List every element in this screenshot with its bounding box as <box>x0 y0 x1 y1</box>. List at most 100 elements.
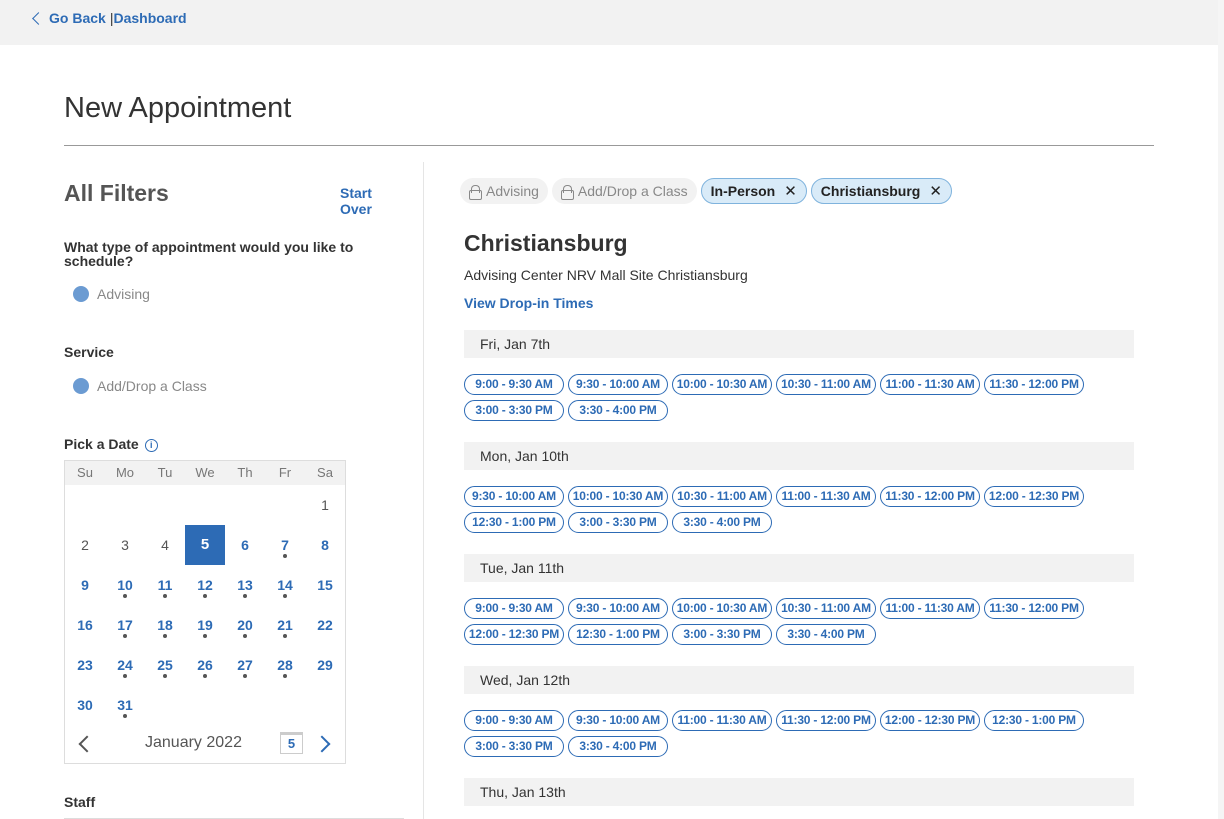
day-header: Tue, Jan 11th <box>464 554 1134 582</box>
time-slot-button[interactable]: 9:30 - 10:00 AM <box>568 598 668 619</box>
top-bar: Go Back | Dashboard <box>0 0 1218 45</box>
time-slot-button[interactable]: 10:30 - 11:00 AM <box>776 374 876 395</box>
time-slot-button[interactable]: 10:00 - 10:30 AM <box>568 486 668 507</box>
time-slot-button[interactable]: 11:30 - 12:00 PM <box>776 710 876 731</box>
time-slot-button[interactable]: 12:00 - 12:30 PM <box>984 486 1084 507</box>
calendar-day[interactable]: 13 <box>225 565 265 605</box>
calendar-day[interactable]: 7 <box>265 525 305 565</box>
time-slot-button[interactable]: 11:30 - 12:00 PM <box>880 486 980 507</box>
calendar-day[interactable]: 15 <box>305 565 345 605</box>
calendar-day-number: 9 <box>81 577 89 593</box>
time-slot-button[interactable]: 9:30 - 10:00 AM <box>568 710 668 731</box>
time-slot-button[interactable]: 12:30 - 1:00 PM <box>464 512 564 533</box>
calendar-day[interactable]: 10 <box>105 565 145 605</box>
info-icon[interactable]: i <box>144 438 158 452</box>
start-over-button[interactable]: Start Over <box>340 185 404 217</box>
availability-dot <box>283 594 287 598</box>
close-icon[interactable]: ✕ <box>784 182 797 200</box>
time-slot-button[interactable]: 10:30 - 11:00 AM <box>672 486 772 507</box>
dashboard-link[interactable]: Dashboard <box>113 10 186 26</box>
time-slot-button[interactable]: 9:30 - 10:00 AM <box>568 374 668 395</box>
calendar-day[interactable]: 28 <box>265 645 305 685</box>
time-slot-button[interactable]: 12:30 - 1:00 PM <box>984 710 1084 731</box>
time-slot-button[interactable]: 11:00 - 11:30 AM <box>880 374 980 395</box>
calendar-day[interactable]: 6 <box>225 525 265 565</box>
today-button[interactable]: 5 <box>280 732 303 754</box>
time-slot-button[interactable]: 3:00 - 3:30 PM <box>464 400 564 421</box>
time-slot-button[interactable]: 11:00 - 11:30 AM <box>672 710 772 731</box>
calendar-day[interactable]: 25 <box>145 645 185 685</box>
time-slot-button[interactable]: 3:30 - 4:00 PM <box>672 512 772 533</box>
calendar-day-number: 14 <box>277 577 293 593</box>
go-back-link[interactable]: Go Back | Dashboard <box>32 10 187 26</box>
calendar-day-number: 12 <box>197 577 213 593</box>
time-slot-button[interactable]: 11:00 - 11:30 AM <box>776 486 876 507</box>
day-header: Thu, Jan 13th <box>464 778 1134 806</box>
time-slot-button[interactable]: 9:30 - 10:00 AM <box>464 486 564 507</box>
time-slot-button[interactable]: 12:00 - 12:30 PM <box>880 710 980 731</box>
day-section: Mon, Jan 10th 9:30 - 10:00 AM 10:00 - 10:3… <box>464 442 1134 538</box>
calendar-day[interactable]: 19 <box>185 605 225 645</box>
calendar-day[interactable]: 12 <box>185 565 225 605</box>
availability-dot <box>203 674 207 678</box>
time-slot-list: 9:00 - 9:30 AM 9:30 - 10:00 AM 10:00 - 10:… <box>464 374 1134 426</box>
calendar-day[interactable]: 18 <box>145 605 185 645</box>
calendar-day[interactable]: 11 <box>145 565 185 605</box>
page-scrollbar[interactable] <box>1218 0 1224 819</box>
time-slot-button[interactable]: 9:00 - 9:30 AM <box>464 374 564 395</box>
time-slot-button[interactable]: 3:30 - 4:00 PM <box>568 400 668 421</box>
calendar-day-number: 26 <box>197 657 213 673</box>
calendar-day[interactable]: 8 <box>305 525 345 565</box>
time-slot-button[interactable]: 11:30 - 12:00 PM <box>984 598 1084 619</box>
time-slot-button[interactable]: 3:00 - 3:30 PM <box>672 624 772 645</box>
lock-icon <box>560 184 574 200</box>
calendar-day[interactable]: 24 <box>105 645 145 685</box>
chevron-right-icon[interactable] <box>313 735 331 753</box>
chevron-left-icon[interactable] <box>78 735 96 753</box>
filter-chip[interactable]: In-Person ✕ <box>700 178 807 204</box>
time-slot-button[interactable]: 9:00 - 9:30 AM <box>464 598 564 619</box>
calendar-day[interactable]: 30 <box>65 685 105 725</box>
calendar-day[interactable]: 17 <box>105 605 145 645</box>
calendar-day-number: 31 <box>117 697 133 713</box>
time-slot-button[interactable]: 3:00 - 3:30 PM <box>568 512 668 533</box>
filter-chip-label: Advising <box>486 183 539 199</box>
calendar-day[interactable]: 26 <box>185 645 225 685</box>
calendar-day[interactable]: 20 <box>225 605 265 645</box>
availability-dot <box>123 714 127 718</box>
appointment-type-option[interactable]: Advising <box>73 286 150 302</box>
time-slot-button[interactable]: 12:30 - 1:00 PM <box>568 624 668 645</box>
time-slot-button[interactable]: 11:30 - 12:00 PM <box>984 374 1084 395</box>
calendar-day[interactable]: 14 <box>265 565 305 605</box>
time-slot-button[interactable]: 10:00 - 10:30 AM <box>672 374 772 395</box>
filter-chip[interactable]: Christiansburg ✕ <box>810 178 952 204</box>
calendar-day[interactable]: 23 <box>65 645 105 685</box>
view-drop-in-times-link[interactable]: View Drop-in Times <box>464 295 593 311</box>
weekday-label: Tu <box>157 465 173 480</box>
service-option[interactable]: Add/Drop a Class <box>73 378 207 394</box>
calendar-day[interactable]: 9 <box>65 565 105 605</box>
calendar-weekday-header: Su Mo Tu We Th Fr Sa <box>65 461 345 485</box>
calendar-day-selected[interactable]: 5 <box>185 525 225 565</box>
time-slot-button[interactable]: 10:00 - 10:30 AM <box>672 598 772 619</box>
calendar-day[interactable]: 31 <box>105 685 145 725</box>
time-slot-list: 9:00 - 9:30 AM 9:30 - 10:00 AM 11:00 - 11:… <box>464 710 1134 762</box>
calendar-day-number: 29 <box>317 657 333 673</box>
time-slot-button[interactable]: 11:00 - 11:30 AM <box>880 598 980 619</box>
day-section: Wed, Jan 12th 9:00 - 9:30 AM 9:30 - 10:00 … <box>464 666 1134 762</box>
calendar-day[interactable]: 27 <box>225 645 265 685</box>
time-slot-button[interactable]: 3:30 - 4:00 PM <box>568 736 668 757</box>
weekday-label: Th <box>237 465 253 480</box>
time-slot-button[interactable]: 10:30 - 11:00 AM <box>776 598 876 619</box>
time-slot-button[interactable]: 3:30 - 4:00 PM <box>776 624 876 645</box>
calendar-day[interactable]: 16 <box>65 605 105 645</box>
calendar-day[interactable]: 29 <box>305 645 345 685</box>
time-slot-button[interactable]: 3:00 - 3:30 PM <box>464 736 564 757</box>
filter-chips: Advising Add/Drop a Class In-Person ✕ Christ… <box>460 178 956 204</box>
time-slot-button[interactable]: 12:00 - 12:30 PM <box>464 624 564 645</box>
filters-title: All Filters <box>64 180 169 206</box>
calendar-day[interactable]: 21 <box>265 605 305 645</box>
close-icon[interactable]: ✕ <box>929 182 942 200</box>
calendar-day[interactable]: 22 <box>305 605 345 645</box>
time-slot-button[interactable]: 9:00 - 9:30 AM <box>464 710 564 731</box>
